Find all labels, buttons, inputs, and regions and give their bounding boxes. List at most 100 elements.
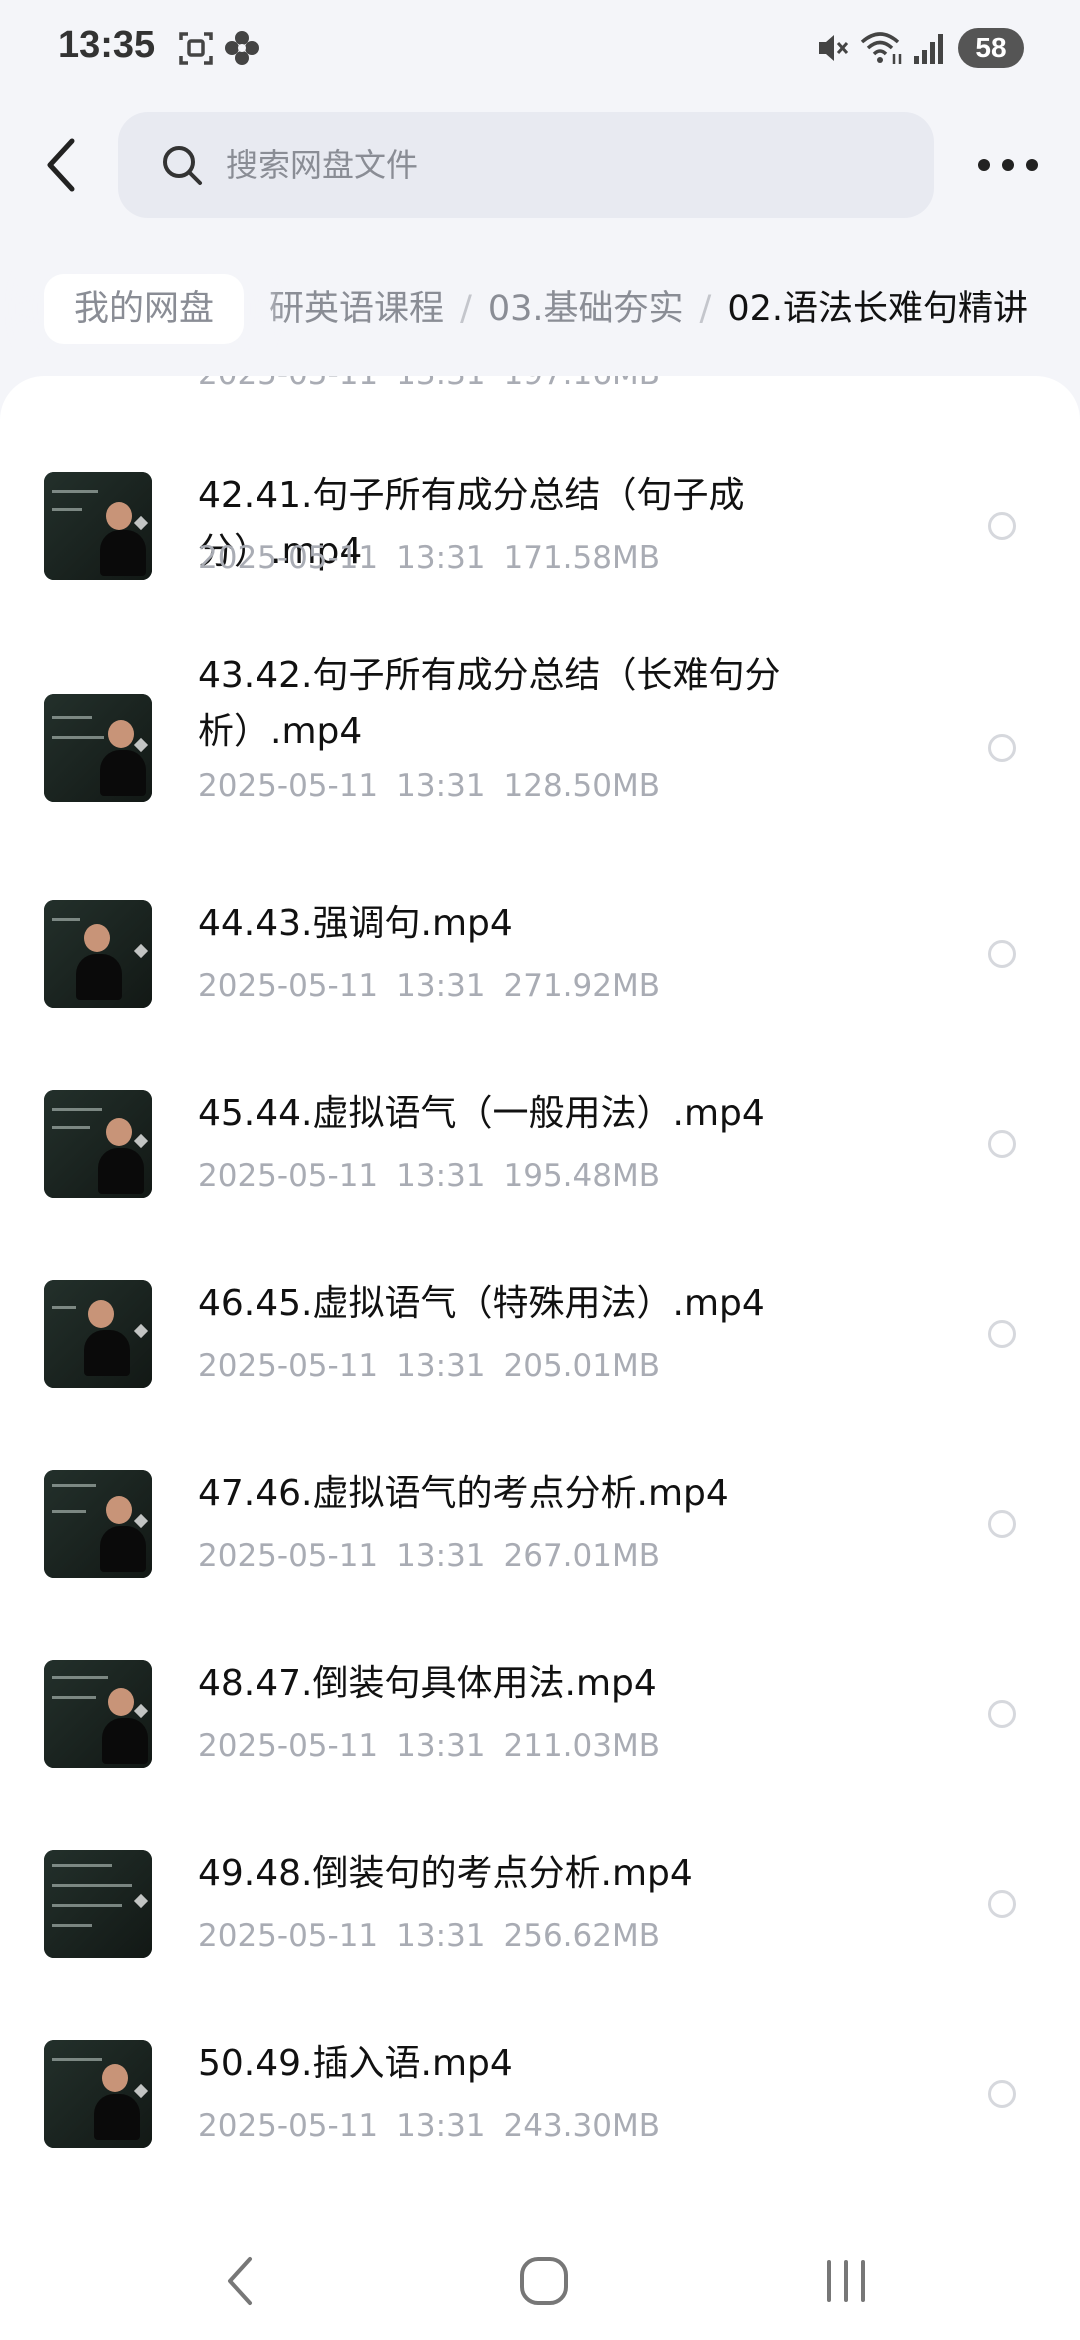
select-radio[interactable] (988, 512, 1016, 540)
breadcrumb-separator: / (460, 289, 472, 329)
file-name: 45.44.虚拟语气（一般用法）.mp4 (198, 1093, 765, 1134)
select-radio[interactable] (988, 1510, 1016, 1538)
file-meta: 2025-05-11 13:31 267.01MB (198, 1538, 660, 1574)
more-dot-icon (1026, 159, 1038, 171)
file-meta: 2025-05-11 13:31 128.50MB (198, 768, 660, 804)
select-radio[interactable] (988, 1700, 1016, 1728)
file-name: 43.42.句子所有成分总结（长难句分析）.mp4 (198, 655, 781, 752)
video-thumbnail (44, 1850, 152, 1958)
file-time: 13:31 (396, 540, 486, 576)
battery-indicator: 58 (958, 28, 1024, 68)
file-meta: 2025-05-11 13:31 211.03MB (198, 1728, 660, 1764)
mute-icon (819, 35, 849, 61)
system-nav-bar (0, 2216, 1080, 2340)
select-radio[interactable] (988, 734, 1016, 762)
nav-back-button[interactable] (200, 2246, 280, 2316)
file-meta: 2025-05-11 13:31 171.58MB (198, 540, 660, 576)
file-time: 13:31 (396, 1918, 486, 1954)
file-time: 13:31 (396, 1538, 486, 1574)
search-input[interactable] (224, 145, 828, 185)
file-date: 2025-05-11 (198, 540, 379, 576)
nav-recents-button[interactable] (806, 2246, 886, 2316)
file-time: 13:31 (396, 768, 486, 804)
breadcrumb-item[interactable]: 03.基础夯实 (488, 289, 684, 329)
video-thumbnail (44, 900, 152, 1008)
file-meta: 2025-05-11 13:31 256.62MB (198, 1918, 660, 1954)
file-date: 2025-05-11 (198, 1728, 379, 1764)
select-radio[interactable] (988, 1130, 1016, 1158)
file-name: 44.43.强调句.mp4 (198, 903, 513, 944)
more-dot-icon (978, 159, 990, 171)
file-size: 271.92MB (503, 968, 660, 1004)
video-thumbnail (44, 2040, 152, 2148)
file-size: 171.58MB (503, 540, 660, 576)
file-size: 211.03MB (503, 1728, 660, 1764)
select-radio[interactable] (988, 1320, 1016, 1348)
chevron-left-icon (47, 138, 75, 192)
video-thumbnail (44, 1660, 152, 1768)
file-time: 13:31 (396, 1728, 486, 1764)
file-size: 195.48MB (503, 1158, 660, 1194)
file-date: 2025-05-11 (198, 1918, 379, 1954)
file-time: 13:31 (396, 1158, 486, 1194)
screenshot-icon (179, 32, 213, 65)
file-time: 13:31 (396, 968, 486, 1004)
more-options-button[interactable] (978, 150, 1038, 180)
file-name: 48.47.倒装句具体用法.mp4 (198, 1663, 657, 1704)
nav-home-icon (520, 2257, 568, 2305)
file-row[interactable]: 46.45.虚拟语气（特殊用法）.mp4 2025-05-11 13:31 205.… (0, 1280, 1080, 1420)
file-size: 256.62MB (503, 1918, 660, 1954)
file-name: 49.48.倒装句的考点分析.mp4 (198, 1853, 693, 1894)
file-name: 46.45.虚拟语气（特殊用法）.mp4 (198, 1283, 765, 1324)
select-radio[interactable] (988, 2080, 1016, 2108)
file-row[interactable]: 44.43.强调句.mp4 2025-05-11 13:31 271.92MB (0, 900, 1080, 1040)
breadcrumb-trail: 研英语课程 / 03.基础夯实 / 02.语法长难句精讲 (269, 274, 1028, 344)
search-icon (163, 146, 202, 185)
file-row[interactable]: 50.49.插入语.mp4 2025-05-11 13:31 243.30MB (0, 2040, 1080, 2180)
video-thumbnail (44, 1090, 152, 1198)
file-row[interactable]: 47.46.虚拟语气的考点分析.mp4 2025-05-11 13:31 267.0… (0, 1470, 1080, 1610)
file-date: 2025-05-11 (198, 1538, 379, 1574)
file-size: 128.50MB (503, 768, 660, 804)
file-time: 13:31 (396, 1348, 486, 1384)
video-thumbnail (44, 472, 152, 580)
video-thumbnail (44, 1470, 152, 1578)
select-radio[interactable] (988, 1890, 1016, 1918)
file-time: 13:31 (396, 2108, 486, 2144)
file-meta: 2025-05-11 13:31 243.30MB (198, 2108, 660, 2144)
more-dot-icon (1002, 159, 1014, 171)
nav-back-icon (228, 2257, 252, 2305)
breadcrumb-current: 02.语法长难句精讲 (727, 289, 1028, 329)
file-name: 47.46.虚拟语气的考点分析.mp4 (198, 1473, 729, 1514)
file-date: 2025-05-11 (198, 1158, 379, 1194)
file-row[interactable]: 48.47.倒装句具体用法.mp4 2025-05-11 13:31 211.03M… (0, 1660, 1080, 1800)
file-row[interactable]: 49.48.倒装句的考点分析.mp4 2025-05-11 13:31 256.62… (0, 1850, 1080, 1990)
file-row[interactable]: 45.44.虚拟语气（一般用法）.mp4 2025-05-11 13:31 195.… (0, 1090, 1080, 1230)
breadcrumb-root[interactable]: 我的网盘 (44, 274, 245, 344)
signal-icon (914, 34, 943, 64)
file-size: 205.01MB (503, 1348, 660, 1384)
file-size: 267.01MB (503, 1538, 660, 1574)
breadcrumb: 我的网盘 研英语课程 / 03.基础夯实 / 02.语法长难句精讲 (0, 270, 1080, 350)
file-size: 197.16MB (504, 376, 660, 392)
status-bar: 13:35 58 (0, 0, 1080, 100)
select-radio[interactable] (988, 940, 1016, 968)
file-row[interactable]: 42.41.句子所有成分总结（句子成分）.mp4 2025-05-11 13:31… (0, 472, 1080, 612)
nav-home-button[interactable] (504, 2246, 584, 2316)
file-name: 50.49.插入语.mp4 (198, 2043, 513, 2084)
file-list[interactable]: 2025-05-1113:31197.16MB 42.41.句子所有成分总结（句… (0, 376, 1080, 2216)
search-box[interactable] (118, 112, 934, 218)
back-button[interactable] (36, 130, 86, 200)
file-row[interactable]: 43.42.句子所有成分总结（长难句分析）.mp4 2025-05-11 13:3… (0, 655, 1080, 854)
file-size: 243.30MB (503, 2108, 660, 2144)
wifi-icon (860, 32, 902, 64)
status-time: 13:35 (58, 24, 156, 66)
file-meta: 2025-05-11 13:31 195.48MB (198, 1158, 660, 1194)
file-date: 2025-05-11 (198, 2108, 379, 2144)
file-date: 2025-05-11 (198, 768, 379, 804)
file-time: 13:31 (396, 376, 485, 392)
file-meta: 2025-05-11 13:31 205.01MB (198, 1348, 660, 1384)
file-date: 2025-05-11 (198, 1348, 379, 1384)
breadcrumb-separator: / (699, 289, 712, 329)
breadcrumb-item[interactable]: 研英语课程 (269, 289, 444, 329)
